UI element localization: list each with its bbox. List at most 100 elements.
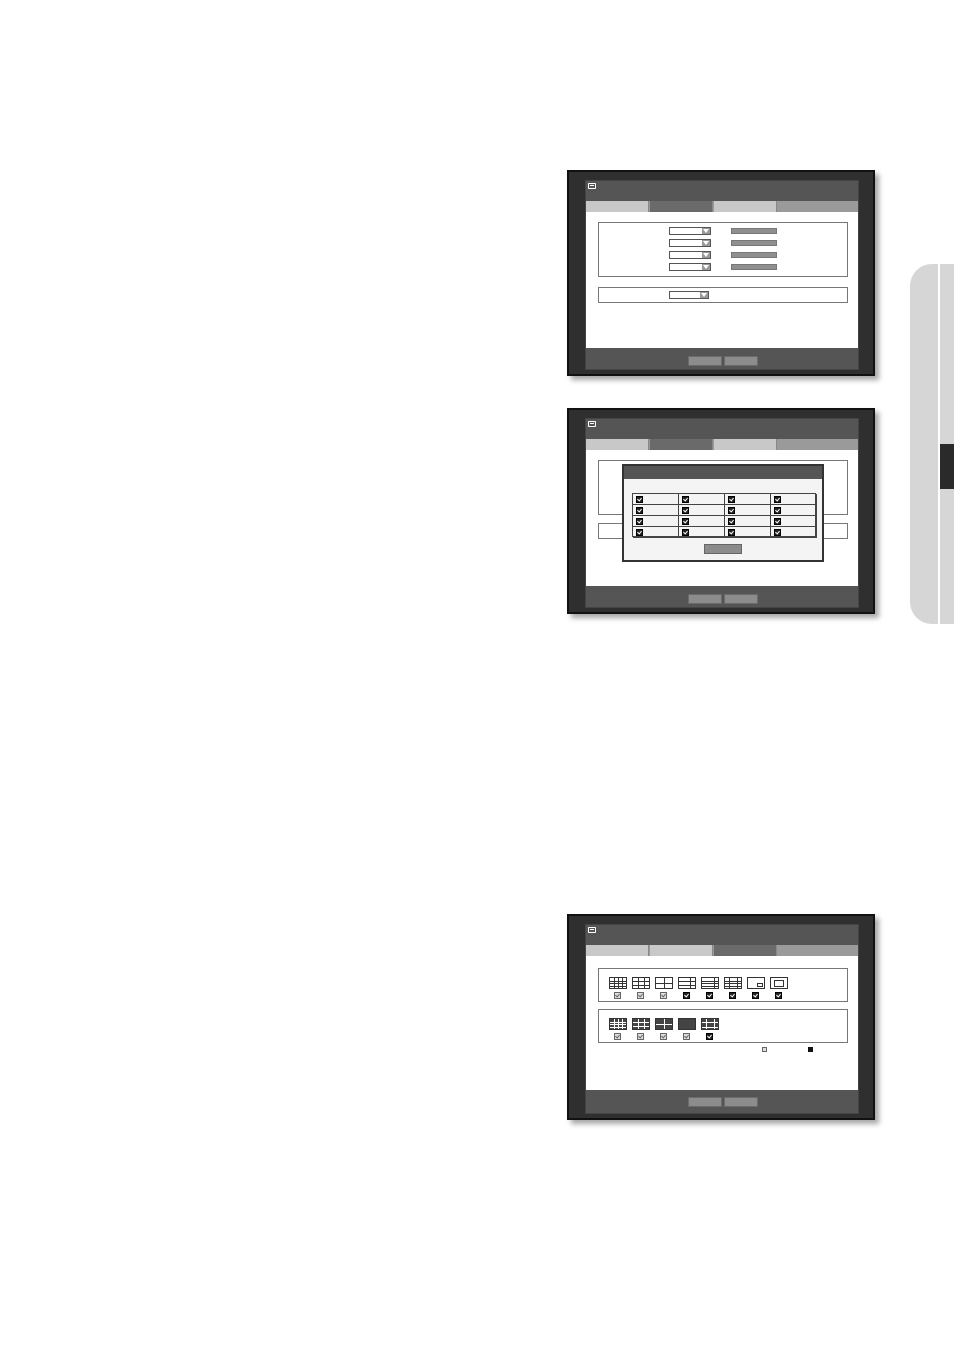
channel-checkbox[interactable]	[682, 507, 689, 514]
cancel-button[interactable]	[724, 594, 758, 604]
channel-checkbox[interactable]	[728, 507, 735, 514]
channel-checkbox[interactable]	[636, 529, 643, 536]
grid-13-layout-icon[interactable]	[724, 977, 742, 989]
tab-bar	[586, 439, 858, 450]
tab-1[interactable]	[586, 945, 649, 956]
monitor-icon	[588, 183, 596, 189]
select-single[interactable]	[669, 291, 709, 299]
chevron-down-icon	[701, 293, 707, 297]
grid-4-layout-icon[interactable]	[655, 977, 673, 989]
pip-layout-icon[interactable]	[747, 977, 765, 989]
layout-checkbox[interactable]	[683, 992, 690, 999]
grid-10-dark-layout-icon[interactable]	[701, 1018, 719, 1030]
channel-checkbox[interactable]	[636, 518, 643, 525]
sequence-layout-icon[interactable]	[770, 977, 788, 989]
channel-cell	[633, 505, 679, 516]
layout-checkbox[interactable]	[729, 992, 736, 999]
ok-button[interactable]	[688, 356, 722, 366]
layout-checkbox[interactable]	[706, 1033, 713, 1040]
chevron-down-icon	[703, 265, 709, 269]
layout-checkbox[interactable]	[752, 992, 759, 999]
grid-16-dark-layout-icon[interactable]	[609, 1018, 627, 1030]
grid-16-layout-icon[interactable]	[609, 977, 627, 989]
select-row-1[interactable]	[669, 227, 711, 235]
channel-checkbox[interactable]	[728, 518, 735, 525]
layout-group-2	[598, 1009, 848, 1043]
layout-checkbox[interactable]	[660, 992, 667, 999]
grid-4-dark-layout-icon[interactable]	[655, 1018, 673, 1030]
screenshot-monitor-2	[567, 408, 875, 614]
tab-3[interactable]	[714, 945, 777, 956]
channel-checkbox[interactable]	[774, 529, 781, 536]
tab-2[interactable]	[650, 201, 713, 212]
layout-checkbox[interactable]	[775, 992, 782, 999]
dialog-content	[586, 450, 858, 586]
chevron-down-icon	[703, 241, 709, 245]
tab-2[interactable]	[650, 439, 713, 450]
cancel-button[interactable]	[724, 1097, 758, 1107]
tab-1[interactable]	[586, 201, 649, 212]
channel-checkbox[interactable]	[682, 496, 689, 503]
channel-cell	[633, 494, 679, 505]
channel-checkbox[interactable]	[682, 518, 689, 525]
setting-button-1[interactable]	[731, 228, 777, 234]
channel-checkbox[interactable]	[774, 507, 781, 514]
layout-checkbox[interactable]	[637, 992, 644, 999]
ok-button[interactable]	[688, 594, 722, 604]
tab-3[interactable]	[714, 201, 777, 212]
channel-cell	[771, 505, 817, 516]
grid-9-dark-layout-icon[interactable]	[632, 1018, 650, 1030]
layout-checkbox[interactable]	[660, 1033, 667, 1040]
screenshot-monitor-1	[567, 170, 875, 376]
select-row-2[interactable]	[669, 239, 711, 247]
dialog-content	[586, 212, 858, 348]
channel-cell	[771, 527, 817, 538]
channel-checkbox-grid	[632, 493, 817, 538]
channel-checkbox[interactable]	[636, 496, 643, 503]
channel-cell	[679, 516, 725, 527]
channel-checkbox[interactable]	[774, 518, 781, 525]
channel-cell	[725, 494, 771, 505]
channel-cell	[771, 516, 817, 527]
chevron-down-icon	[703, 253, 709, 257]
monitor-icon	[588, 927, 596, 933]
popup-title-bar	[624, 466, 822, 479]
grid-6-layout-icon[interactable]	[678, 977, 696, 989]
setup-dialog-2	[585, 418, 859, 608]
ok-button[interactable]	[688, 1097, 722, 1107]
layout-group-1	[598, 968, 848, 1002]
settings-group-2	[598, 287, 848, 303]
popup-ok-button[interactable]	[704, 544, 742, 554]
grid-8-layout-icon[interactable]	[701, 977, 719, 989]
channel-checkbox[interactable]	[636, 507, 643, 514]
tab-bar	[586, 201, 858, 212]
channel-checkbox[interactable]	[682, 529, 689, 536]
chapter-marker	[940, 444, 954, 489]
channel-checkbox[interactable]	[774, 496, 781, 503]
channel-cell	[633, 527, 679, 538]
setting-button-2[interactable]	[731, 240, 777, 246]
select-row-4[interactable]	[669, 263, 711, 271]
screenshot-monitor-3	[567, 914, 875, 1120]
tab-3[interactable]	[714, 439, 777, 450]
tab-2[interactable]	[650, 945, 713, 956]
channel-checkbox[interactable]	[728, 529, 735, 536]
single-dark-layout-icon[interactable]	[678, 1018, 696, 1030]
channel-cell	[679, 505, 725, 516]
setting-button-3[interactable]	[731, 252, 777, 258]
select-row-3[interactable]	[669, 251, 711, 259]
layout-checkbox[interactable]	[637, 1033, 644, 1040]
layout-checkbox[interactable]	[706, 992, 713, 999]
grid-9-layout-icon[interactable]	[632, 977, 650, 989]
setup-dialog-3	[585, 924, 859, 1114]
cancel-button[interactable]	[724, 356, 758, 366]
setting-button-4[interactable]	[731, 264, 777, 270]
dialog-content	[586, 956, 858, 1090]
layout-checkbox[interactable]	[683, 1033, 690, 1040]
tab-1[interactable]	[586, 439, 649, 450]
channel-cell	[679, 494, 725, 505]
layout-checkbox[interactable]	[614, 1033, 621, 1040]
channel-checkbox[interactable]	[728, 496, 735, 503]
layout-checkbox[interactable]	[614, 992, 621, 999]
channel-cell	[725, 505, 771, 516]
